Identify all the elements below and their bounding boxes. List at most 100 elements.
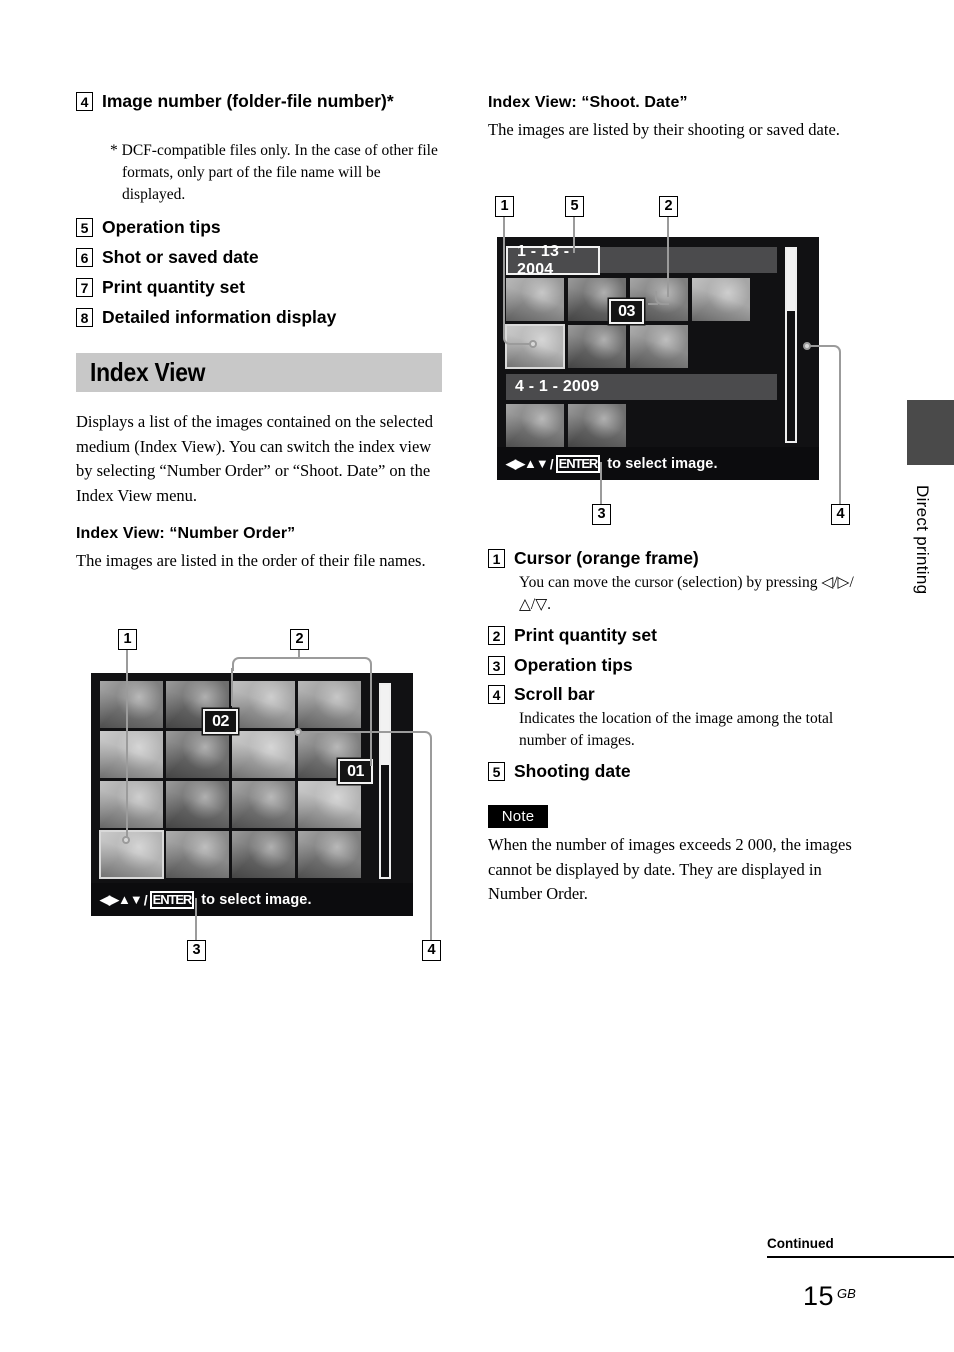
figure1-thumb <box>100 781 163 828</box>
figure2-tips-text: to select image. <box>607 455 718 472</box>
manual-page: 4 Image number (folder-file number)* * D… <box>0 0 954 1352</box>
figure2-tips-slash: / <box>549 455 554 472</box>
figure1-leader-2-corner-right <box>296 657 372 671</box>
section-intro-text: Displays a list of the images contained … <box>76 412 433 505</box>
figure1-callout-1: 1 <box>118 629 137 650</box>
page-number: 15 <box>803 1281 835 1311</box>
figure1-leader-dot-1 <box>122 836 130 844</box>
figure1-thumb <box>100 681 163 728</box>
figure1-leader-4-v <box>430 743 432 940</box>
legend2-number-1: 1 <box>488 549 505 568</box>
legend2-number-5: 5 <box>488 762 505 781</box>
legend-number-7: 7 <box>76 278 93 297</box>
legend2-number-3: 3 <box>488 656 505 675</box>
figure2-tips-arrows: ◀▶▲▼ <box>506 455 549 471</box>
legend2-label-4: Scroll bar <box>514 684 595 704</box>
figure2-thumb <box>568 404 626 447</box>
legend-label-8: Detailed information display <box>102 307 337 327</box>
subheading-number-order: Index View: “Number Order” <box>76 525 296 542</box>
legend2-label-3: Operation tips <box>514 655 633 675</box>
figure1-thumb <box>232 731 295 778</box>
figure1-thumb <box>166 731 229 778</box>
figure2-callout-2: 2 <box>659 196 678 217</box>
legend2-label-5: Shooting date <box>514 761 631 781</box>
figure1-callout-2: 2 <box>290 629 309 650</box>
legend2-number-4: 4 <box>488 685 505 704</box>
figure2-leader-1-v <box>503 217 505 337</box>
legend2-label-2: Print quantity set <box>514 625 657 645</box>
legend-number-8: 8 <box>76 308 93 327</box>
legend2-item-4: 4 Scroll bar <box>488 683 595 705</box>
legend-label-5: Operation tips <box>102 217 221 237</box>
figure1-leader-2-left-drop <box>231 668 233 706</box>
figure1-thumb-cursor[interactable] <box>99 830 164 879</box>
figure2-leader-5 <box>573 217 575 253</box>
figure1-tips-arrows: ◀▶▲▼ <box>100 891 143 907</box>
chapter-edge-tab <box>907 400 954 465</box>
figure2-callout-5: 5 <box>565 196 584 217</box>
figure1-leader-dot-4 <box>294 728 302 736</box>
figure2-thumb <box>506 278 564 321</box>
legend-item-8: 8 Detailed information display <box>76 306 336 328</box>
figure2-scroll-thumb[interactable] <box>787 249 795 311</box>
legend-item-4: 4 Image number (folder-file number)* <box>76 90 416 112</box>
figure2-thumb <box>630 325 688 368</box>
legend2-item-3: 3 Operation tips <box>488 654 633 676</box>
figure1-quantity-badge: 01 <box>338 759 373 784</box>
legend-label-6: Shot or saved date <box>102 247 259 267</box>
figure1-callout-3: 3 <box>187 940 206 961</box>
figure1-leader-3 <box>195 898 197 940</box>
figure2-leader-4-v <box>839 357 841 504</box>
figure2-scroll-bar[interactable] <box>785 247 797 443</box>
section-title: Index View <box>90 357 206 387</box>
figure2-thumb <box>506 404 564 447</box>
page-region-code: GB <box>837 1286 856 1301</box>
legend-label-4: Image number (folder-file number)* <box>102 91 394 111</box>
note-badge: Note <box>488 805 548 828</box>
figure2-thumb <box>568 325 626 368</box>
legend2-item-2: 2 Print quantity set <box>488 624 657 646</box>
figure1-callout-4: 4 <box>422 940 441 961</box>
legend-number-6: 6 <box>76 248 93 267</box>
chapter-edge-label: Direct printing <box>913 485 932 595</box>
section-header-band: Index View <box>76 353 442 392</box>
figure1-scroll-bar[interactable] <box>379 683 391 879</box>
figure1-leader-2-corner-left <box>232 657 300 671</box>
figure2-quantity-badge: 03 <box>609 299 644 324</box>
figure2-callout-3: 3 <box>592 504 611 525</box>
legend2-sub-1: You can move the cursor (selection) by p… <box>519 574 854 613</box>
figure2-leader-2-h <box>648 303 658 305</box>
figure1-quantity-badge: 02 <box>203 709 238 734</box>
figure1-scroll-thumb[interactable] <box>381 685 389 765</box>
figure1-thumb <box>166 831 229 878</box>
legend2-item-5: 5 Shooting date <box>488 760 631 782</box>
figure1-leader-4-h <box>300 731 424 733</box>
figure2-thumb <box>692 278 750 321</box>
legend2-sub-4: Indicates the location of the image amon… <box>519 710 834 749</box>
figure1-thumb <box>232 781 295 828</box>
continued-label: Continued <box>767 1236 834 1251</box>
figure1-tips-enter-key: ENTER <box>149 890 195 909</box>
legend2-item-1: 1 Cursor (orange frame) <box>488 547 699 569</box>
figure2-operation-tips: ◀▶▲▼ / ENTER to select image. <box>497 447 819 480</box>
figure1-thumb <box>298 781 361 828</box>
figure1-thumb <box>232 681 295 728</box>
legend2-number-2: 2 <box>488 626 505 645</box>
figure1-thumb <box>166 781 229 828</box>
subheading-shoot-date-text: The images are listed by their shooting … <box>488 120 840 139</box>
legend-number-4: 4 <box>76 92 93 111</box>
subheading-number-order-text: The images are listed in the order of th… <box>76 551 426 570</box>
figure1-thumb <box>100 731 163 778</box>
legend2-label-1: Cursor (orange frame) <box>514 548 699 568</box>
figure2-leader-3 <box>600 462 602 504</box>
subheading-shoot-date: Index View: “Shoot. Date” <box>488 94 688 111</box>
figure2-date-bar-2: 4 - 1 - 2009 <box>506 374 777 400</box>
legend-item-7: 7 Print quantity set <box>76 276 245 298</box>
legend-number-5: 5 <box>76 218 93 237</box>
legend-item-6: 6 Shot or saved date <box>76 246 259 268</box>
legend-footnote-4: * DCF-compatible files only. In the case… <box>110 142 438 203</box>
figure2-callout-1: 1 <box>495 196 514 217</box>
figure2-callout-4: 4 <box>831 504 850 525</box>
figure2-tips-enter-key: ENTER <box>555 454 601 473</box>
footer-rule <box>767 1256 954 1258</box>
